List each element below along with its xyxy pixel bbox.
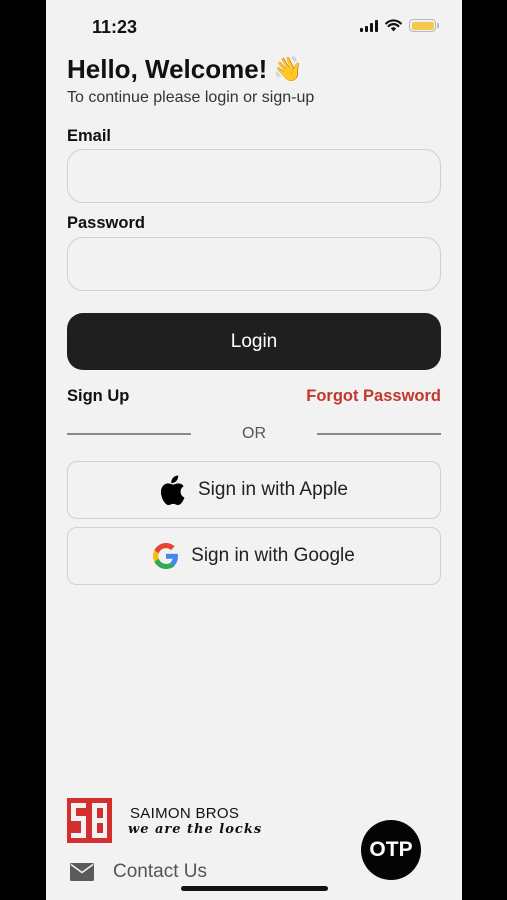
divider-right <box>317 433 441 435</box>
password-label: Password <box>67 214 145 232</box>
brand-tagline: we are the locks <box>128 822 263 837</box>
title-text: Hello, Welcome! <box>67 54 268 84</box>
google-signin-button[interactable]: Sign in with Google <box>67 527 441 585</box>
status-icons <box>360 19 439 32</box>
signal-icon <box>360 19 378 32</box>
apple-signin-label: Sign in with Apple <box>198 479 348 500</box>
apple-icon <box>160 475 185 505</box>
login-screen: 11:23 Hello, Welcome! 👋 To continue plea… <box>46 0 462 900</box>
brand-name: SAIMON BROS <box>130 805 240 822</box>
sign-up-link[interactable]: Sign Up <box>67 387 129 406</box>
page-subtitle: To continue please login or sign-up <box>67 89 315 106</box>
google-icon <box>153 543 179 569</box>
login-button[interactable]: Login <box>67 313 441 370</box>
mail-icon <box>70 863 94 881</box>
forgot-password-link[interactable]: Forgot Password <box>306 387 441 406</box>
apple-signin-button[interactable]: Sign in with Apple <box>67 461 441 519</box>
status-time: 11:23 <box>92 17 138 37</box>
wave-icon: 👋 <box>273 56 304 83</box>
email-field[interactable] <box>67 149 441 203</box>
wifi-icon <box>385 19 402 32</box>
home-indicator <box>181 886 328 891</box>
email-label: Email <box>67 127 112 145</box>
google-signin-label: Sign in with Google <box>191 545 355 566</box>
battery-icon <box>409 19 439 32</box>
contact-us-link[interactable]: Contact Us <box>113 861 207 883</box>
password-field[interactable] <box>67 237 441 291</box>
otp-button[interactable]: OTP <box>361 820 421 880</box>
brand-logo <box>67 798 112 843</box>
page-title: Hello, Welcome! 👋 <box>67 54 303 85</box>
